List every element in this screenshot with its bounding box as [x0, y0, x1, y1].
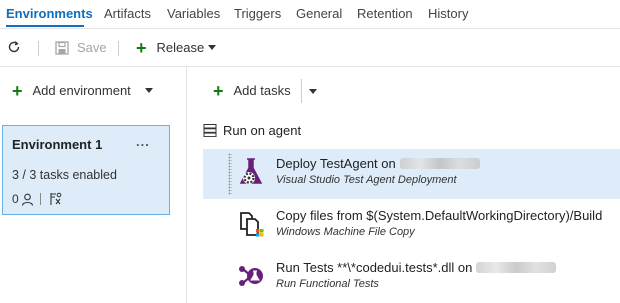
file-copy-icon — [240, 212, 264, 237]
plus-icon: + — [136, 37, 147, 58]
tab-retention[interactable]: Retention — [357, 6, 413, 21]
environment-footer: 0 — [12, 192, 63, 206]
environment-card[interactable]: Environment 1 ... 3 / 3 tasks enabled 0 — [2, 125, 170, 215]
plus-icon: + — [12, 80, 23, 101]
approvers-count: 0 — [12, 192, 19, 206]
chevron-down-icon[interactable] — [309, 89, 317, 94]
tab-variables[interactable]: Variables — [167, 6, 220, 21]
save-icon — [55, 40, 69, 55]
add-tasks-label: Add tasks — [233, 83, 291, 98]
more-options-icon[interactable]: ... — [136, 134, 150, 149]
toolbar-separator — [118, 41, 119, 56]
drag-handle-icon[interactable] — [228, 153, 232, 195]
add-tasks-separator — [301, 79, 302, 103]
tasks-enabled-status: 3 / 3 tasks enabled — [12, 168, 117, 182]
task-item[interactable]: Copy files from $(System.DefaultWorkingD… — [203, 201, 620, 251]
test-agent-deploy-icon — [239, 158, 263, 184]
deployment-conditions-icon[interactable] — [49, 192, 63, 206]
tab-history[interactable]: History — [428, 6, 468, 21]
chevron-down-icon — [208, 45, 217, 50]
task-name: Deploy TestAgent on — [276, 156, 480, 171]
run-tests-icon — [239, 266, 263, 286]
tab-triggers[interactable]: Triggers — [234, 6, 281, 21]
refresh-icon — [8, 41, 20, 53]
footer-separator — [39, 193, 41, 205]
plus-icon: + — [213, 80, 224, 101]
active-tab-indicator — [6, 25, 84, 27]
environments-panel: + Add environment Environment 1 ... 3 / … — [0, 67, 186, 303]
person-icon[interactable] — [21, 193, 34, 206]
tab-artifacts[interactable]: Artifacts — [104, 6, 151, 21]
task-item[interactable]: Run Tests **\*codedui.tests*.dll on Run … — [203, 253, 620, 303]
add-environment-label: Add environment — [32, 83, 131, 98]
environment-name: Environment 1 — [12, 137, 103, 152]
task-item[interactable]: Deploy TestAgent on Visual Studio Test A… — [203, 149, 620, 199]
chevron-down-icon[interactable] — [144, 88, 153, 93]
task-name: Run Tests **\*codedui.tests*.dll on — [276, 260, 557, 275]
tasks-panel: + Add tasks Run on agent Deploy TestAgen… — [187, 67, 620, 303]
add-environment-button[interactable]: + Add environment — [12, 80, 153, 101]
release-button[interactable]: + Release — [136, 37, 217, 58]
task-name: Copy files from $(System.DefaultWorkingD… — [276, 208, 603, 223]
save-button[interactable]: Save — [55, 40, 107, 55]
save-label: Save — [77, 40, 107, 55]
task-type: Windows Machine File Copy — [276, 226, 415, 238]
tab-general[interactable]: General — [296, 6, 342, 21]
pivot-tabs: Environments Artifacts Variables Trigger… — [0, 0, 620, 28]
task-type: Visual Studio Test Agent Deployment — [276, 174, 457, 186]
redacted-text — [476, 262, 557, 273]
tab-environments[interactable]: Environments — [6, 6, 93, 21]
redacted-text — [399, 158, 480, 169]
refresh-button[interactable] — [6, 39, 22, 55]
server-icon — [203, 124, 217, 137]
toolbar: Save + Release — [0, 29, 620, 67]
toolbar-separator — [38, 41, 39, 56]
add-tasks-button[interactable]: + Add tasks — [213, 80, 291, 101]
release-label: Release — [156, 40, 205, 55]
run-on-agent-phase[interactable]: Run on agent — [203, 123, 301, 138]
phase-label: Run on agent — [223, 123, 302, 138]
task-type: Run Functional Tests — [276, 278, 379, 290]
